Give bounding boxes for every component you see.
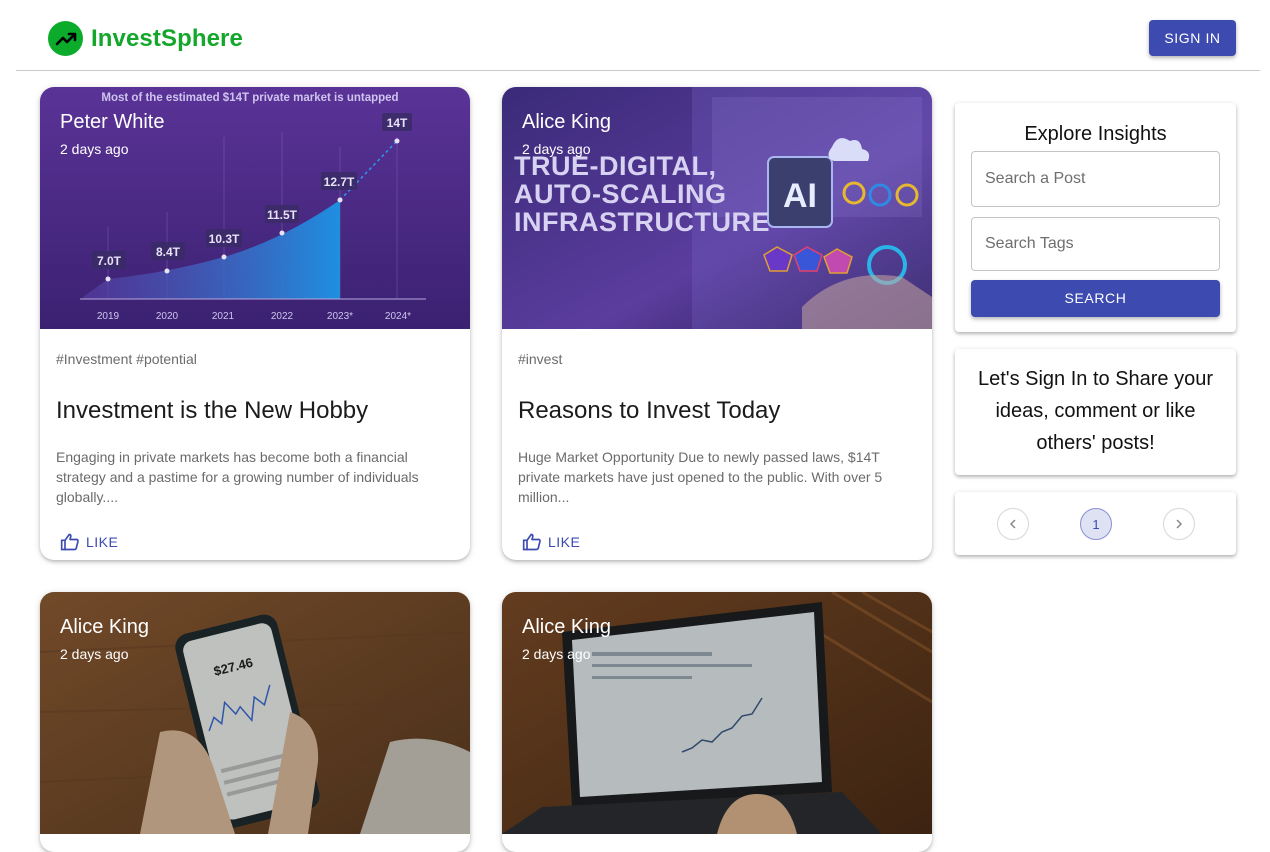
post-time: 2 days ago xyxy=(60,141,129,157)
chart-headline: Most of the estimated $14T private marke… xyxy=(101,92,398,104)
post-author: Peter White xyxy=(60,111,165,133)
like-label: LIKE xyxy=(86,534,119,550)
post-time: 2 days ago xyxy=(522,646,591,662)
search-panel-title: Explore Insights xyxy=(1024,123,1167,145)
post-time: 2 days ago xyxy=(60,646,129,662)
post-tags: #invest xyxy=(518,351,563,367)
chart-year-label: 2023* xyxy=(327,311,353,322)
post-card[interactable]: $27.46 Alice King 2 days ago xyxy=(40,592,470,852)
post-title: Reasons to Invest Today xyxy=(518,397,781,424)
post-image[interactable]: Most of the estimated $14T private marke… xyxy=(40,87,470,329)
sign-in-button[interactable]: SIGN IN xyxy=(1149,20,1236,56)
post-card[interactable]: Alice King 2 days ago xyxy=(502,592,932,852)
post-author: Alice King xyxy=(60,616,149,638)
page-button-1[interactable]: 1 xyxy=(1080,508,1112,540)
post-card[interactable]: Most of the estimated $14T private marke… xyxy=(40,87,470,560)
app-bar: InvestSphere SIGN IN xyxy=(16,0,1260,71)
search-post-input[interactable]: Search a Post xyxy=(971,151,1220,207)
post-title: Investment is the New Hobby xyxy=(56,397,369,424)
image-headline-line: INFRASTRUCTURE xyxy=(514,207,770,237)
chart-year-label: 2022 xyxy=(271,311,294,322)
post-author: Alice King xyxy=(522,111,611,133)
chart-value-label: 7.0T xyxy=(97,254,122,268)
previous-page-button[interactable] xyxy=(997,508,1029,540)
chart-value-label: 10.3T xyxy=(209,232,240,246)
post-excerpt: Huge Market Opportunity Due to newly pas… xyxy=(518,449,883,505)
chart-value-label: 12.7T xyxy=(324,175,355,189)
chart-value-label: 8.4T xyxy=(156,245,181,259)
chart-year-label: 2024* xyxy=(385,311,411,322)
chart-year-label: 2020 xyxy=(156,311,179,322)
chart-year-label: 2021 xyxy=(212,311,235,322)
signin-prompt-text: Let's Sign In to Share your ideas, comme… xyxy=(977,368,1214,454)
chart-year-label: 2019 xyxy=(97,311,120,322)
like-button[interactable]: LIKE xyxy=(522,528,916,556)
trending-up-icon xyxy=(48,21,83,56)
chevron-right-icon xyxy=(1176,519,1183,529)
signin-prompt-panel: Let's Sign In to Share your ideas, comme… xyxy=(955,349,1236,475)
thumb-up-icon xyxy=(60,533,79,551)
brand-name: InvestSphere xyxy=(91,24,243,52)
next-page-button[interactable] xyxy=(1163,508,1195,540)
post-image[interactable]: AI TRUE-DIGITAL, AUTO-SCALING INFRASTRUC… xyxy=(502,87,932,329)
like-label: LIKE xyxy=(548,534,581,550)
search-panel: Explore Insights Search a Post Search Ta… xyxy=(955,103,1236,332)
post-time: 2 days ago xyxy=(522,141,591,157)
pagination: 1 xyxy=(955,492,1236,555)
search-tags-input[interactable]: Search Tags xyxy=(971,217,1220,271)
chevron-left-icon xyxy=(1009,519,1016,529)
post-image[interactable]: $27.46 Alice King 2 days ago xyxy=(40,592,470,834)
chart-value-label: 11.5T xyxy=(267,208,298,222)
search-button[interactable]: SEARCH xyxy=(971,280,1220,317)
ai-chip-label: AI xyxy=(783,177,817,215)
post-author: Alice King xyxy=(522,616,611,638)
thumb-up-icon xyxy=(522,533,541,551)
like-button[interactable]: LIKE xyxy=(60,528,454,556)
image-headline-line: AUTO-SCALING xyxy=(514,179,727,209)
post-excerpt: Engaging in private markets has become b… xyxy=(56,449,419,505)
brand[interactable]: InvestSphere xyxy=(48,21,243,56)
post-tags: #Investment #potential xyxy=(56,351,197,367)
post-image[interactable]: Alice King 2 days ago xyxy=(502,592,932,834)
chart-value-label: 14T xyxy=(387,116,408,130)
post-card[interactable]: AI TRUE-DIGITAL, AUTO-SCALING INFRASTRUC… xyxy=(502,87,932,560)
